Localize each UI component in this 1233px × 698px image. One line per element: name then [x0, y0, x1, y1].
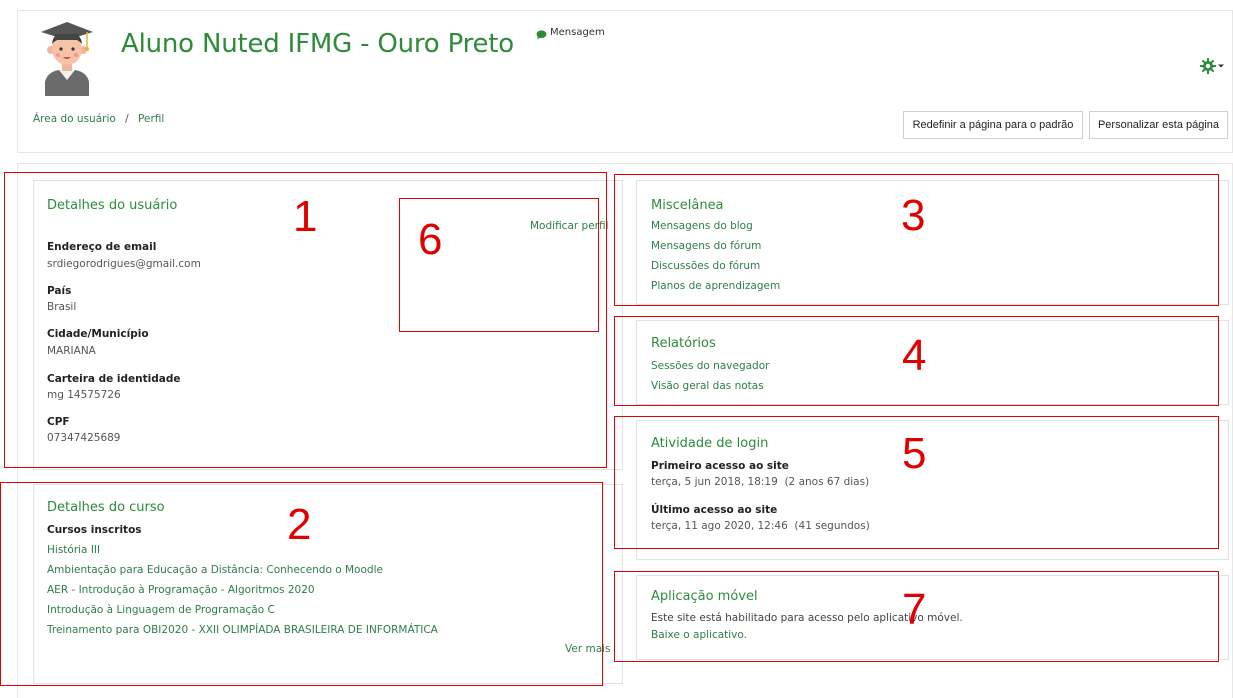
breadcrumb-home[interactable]: Área do usuário — [33, 113, 116, 125]
first-access-value: terça, 5 jun 2018, 18:19 (2 anos 67 dias… — [651, 476, 870, 488]
course-details-title: Detalhes do curso — [47, 500, 165, 515]
course-link[interactable]: Ambientação para Educação a Distância: C… — [47, 564, 383, 576]
misc-link[interactable]: Planos de aprendizagem — [651, 280, 780, 292]
field-value: MARIANA — [47, 345, 96, 357]
field-label: Endereço de email — [47, 241, 157, 253]
field-label: País — [47, 285, 72, 297]
see-more-link[interactable]: Ver mais — [565, 643, 611, 655]
settings-menu[interactable] — [1200, 58, 1224, 74]
annotation-number-2: 2 — [287, 500, 312, 549]
last-access-value: terça, 11 ago 2020, 12:46 (41 segundos) — [651, 520, 870, 532]
field-value: srdiegorodrigues@gmail.com — [47, 258, 201, 270]
avatar[interactable] — [37, 18, 97, 96]
field-value: mg 14575726 — [47, 389, 121, 401]
annotation-number-3: 3 — [901, 191, 926, 240]
chevron-down-icon — [1218, 64, 1224, 68]
misc-link[interactable]: Mensagens do blog — [651, 220, 753, 232]
course-link[interactable]: Treinamento para OBI2020 - XXII OLIMPÍAD… — [47, 624, 438, 636]
message-link[interactable]: Mensagem — [536, 26, 605, 40]
user-details-title: Detalhes do usuário — [47, 198, 178, 213]
login-activity-title: Atividade de login — [651, 436, 769, 451]
course-link[interactable]: História III — [47, 544, 100, 556]
reset-page-button[interactable]: Redefinir a página para o padrão — [903, 111, 1083, 139]
reports-title: Relatórios — [651, 336, 716, 351]
report-link[interactable]: Visão geral das notas — [651, 380, 764, 392]
mobile-app-title: Aplicação móvel — [651, 589, 758, 604]
annotation-number-6: 6 — [418, 215, 443, 264]
breadcrumb-separator: / — [125, 113, 129, 125]
course-link[interactable]: Introdução à Linguagem de Programação C — [47, 604, 275, 616]
field-label: Cidade/Município — [47, 328, 149, 340]
field-value: 07347425689 — [47, 432, 121, 444]
message-link-label: Mensagem — [550, 26, 605, 38]
field-label: Carteira de identidade — [47, 373, 181, 385]
annotation-number-1: 1 — [293, 192, 318, 241]
annotation-number-4: 4 — [902, 331, 927, 380]
gear-icon — [1200, 58, 1216, 74]
course-link[interactable]: AER - Introdução à Programação - Algorit… — [47, 584, 315, 596]
misc-link[interactable]: Mensagens do fórum — [651, 240, 761, 252]
misc-title: Miscelânea — [651, 198, 724, 213]
report-link[interactable]: Sessões do navegador — [651, 360, 769, 372]
field-value: Brasil — [47, 301, 77, 313]
field-label: CPF — [47, 416, 70, 428]
first-access-label: Primeiro acesso ao site — [651, 460, 789, 472]
annotation-number-7: 7 — [902, 585, 927, 634]
download-app-link[interactable]: Baixe o aplicativo. — [651, 629, 747, 641]
enrolled-courses-label: Cursos inscritos — [47, 524, 142, 536]
customize-page-button[interactable]: Personalizar esta página — [1089, 111, 1228, 139]
speech-bubble-icon — [536, 30, 547, 40]
misc-link[interactable]: Discussões do fórum — [651, 260, 760, 272]
graduate-avatar-icon — [41, 22, 93, 96]
last-access-label: Último acesso ao site — [651, 504, 778, 516]
breadcrumb-current[interactable]: Perfil — [138, 113, 164, 125]
breadcrumb: Área do usuário / Perfil — [33, 113, 164, 125]
edit-profile-link[interactable]: Modificar perfil — [530, 220, 609, 232]
annotation-number-5: 5 — [902, 429, 927, 478]
user-fullname: Aluno Nuted IFMG - Ouro Preto — [121, 29, 515, 59]
